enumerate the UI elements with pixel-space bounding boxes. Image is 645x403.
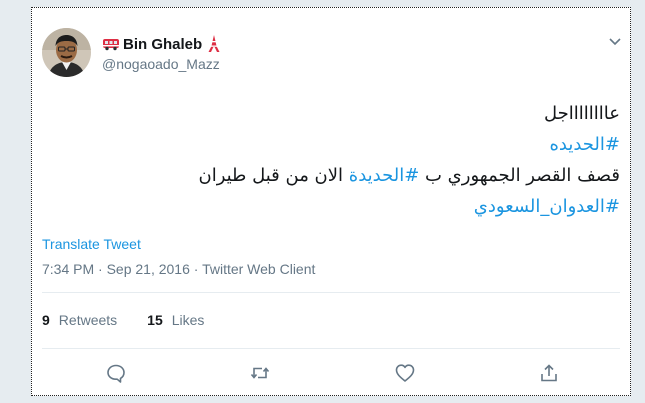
avatar[interactable] xyxy=(42,28,91,77)
display-name-row[interactable]: Bin Ghaleb xyxy=(102,35,221,53)
user-handle[interactable]: @nogaoado_Mazz xyxy=(102,56,220,72)
reply-icon[interactable] xyxy=(105,362,127,384)
hashtag-link[interactable]: #العدوان_السعودي xyxy=(474,196,620,217)
retweets-label: Retweets xyxy=(58,312,118,328)
divider xyxy=(42,348,620,349)
chevron-down-icon[interactable] xyxy=(607,33,623,49)
retweets-count: 9 xyxy=(42,312,50,328)
likes-stat[interactable]: 15 Likes xyxy=(147,312,204,328)
share-icon[interactable] xyxy=(538,362,560,384)
likes-label: Likes xyxy=(171,312,205,328)
heart-icon[interactable] xyxy=(394,362,416,384)
hashtag-link[interactable]: #الحديدة xyxy=(349,165,420,186)
tweet-text-fragment: الان من قبل طيران xyxy=(198,165,349,186)
tweet-text: عااااااااجل #الحديده قصف القصر الجمهوري … xyxy=(60,98,620,222)
tweet-line: عااااااااجل xyxy=(544,103,620,124)
likes-count: 15 xyxy=(147,312,163,328)
divider xyxy=(42,292,620,293)
tweet-stats: 9 Retweets 15 Likes xyxy=(42,312,204,328)
retweets-stat[interactable]: 9 Retweets xyxy=(42,312,117,328)
tweet-line: قصف القصر الجمهوري ب #الحديدة الان من قب… xyxy=(60,160,620,191)
tower-emoji-icon xyxy=(207,35,221,53)
hashtag-link[interactable]: #الحديده xyxy=(549,134,620,155)
retweet-icon[interactable] xyxy=(249,362,271,384)
tweet-timestamp[interactable]: 7:34 PM · Sep 21, 2016 · Twitter Web Cli… xyxy=(42,261,315,277)
tweet-text-fragment: قصف القصر الجمهوري ب xyxy=(419,165,620,186)
display-name: Bin Ghaleb xyxy=(123,35,203,53)
tweet-line: #العدوان_السعودي xyxy=(60,191,620,222)
bus-emoji-icon xyxy=(102,37,120,51)
translate-tweet-link[interactable]: Translate Tweet xyxy=(42,236,141,252)
tweet-card: Bin Ghaleb @nogaoado_Mazz عااااااااجل #ا… xyxy=(31,7,631,396)
page: Bin Ghaleb @nogaoado_Mazz عااااااااجل #ا… xyxy=(0,0,645,403)
avatar-image xyxy=(42,28,91,77)
tweet-line: #الحديده xyxy=(60,129,620,160)
